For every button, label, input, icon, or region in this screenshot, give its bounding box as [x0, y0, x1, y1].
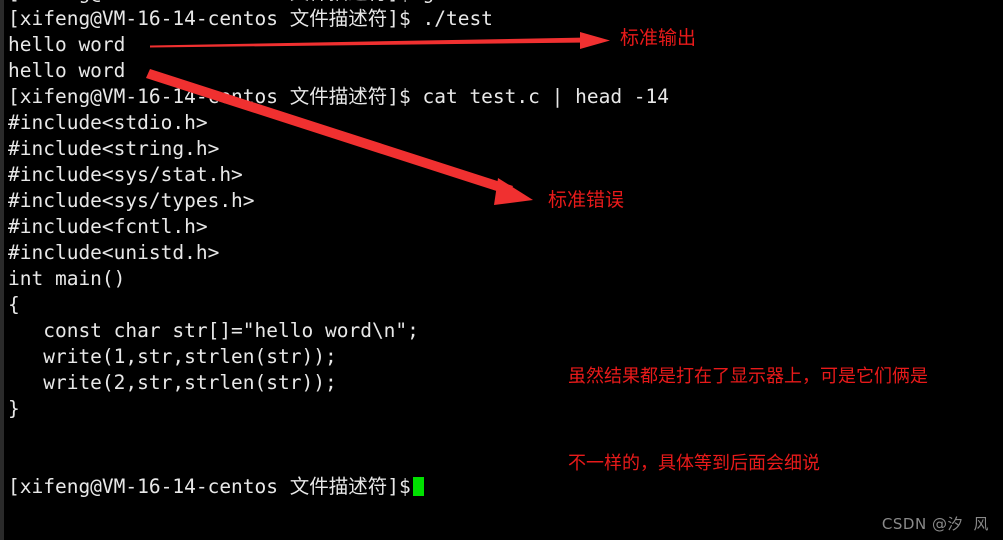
annotation-stdout-label: 标准输出 [620, 27, 697, 49]
annotation-note: 虽然结果都是打在了显示器上，可是它们俩是 不一样的，具体等到后面会细说 [568, 304, 928, 536]
terminal-line-include-sys-stat: #include<sys/stat.h> [8, 163, 243, 186]
terminal-line-include-unistd: #include<unistd.h> [8, 241, 220, 264]
terminal-line-include-fcntl: #include<fcntl.h> [8, 215, 208, 238]
annotation-stderr-label: 标准错误 [548, 189, 625, 211]
terminal-line-stderr-output: hello word [8, 59, 126, 82]
terminal-final-prompt-text: [xifeng@VM-16-14-centos 文件描述符]$ [8, 475, 411, 498]
csdn-watermark: CSDN @汐 风 [881, 515, 989, 533]
terminal-cursor [412, 477, 424, 496]
terminal-line-int-main: int main() [8, 267, 126, 290]
terminal-line-include-sys-types: #include<sys/types.h> [8, 189, 255, 212]
annotation-note-line-2: 不一样的，具体等到后面会细说 [568, 453, 820, 474]
terminal-left-border [0, 0, 4, 540]
terminal-line-include-string: #include<string.h> [8, 137, 220, 160]
terminal-line-clipped: [xifeng@VM-16-14-centos 文件描述符]$ g++ test… [8, 0, 998, 6]
terminal-line-include-stdio: #include<stdio.h> [8, 111, 208, 134]
terminal-line-stdout-output: hello word [8, 33, 126, 56]
terminal-line-run-test: [xifeng@VM-16-14-centos 文件描述符]$ ./test [8, 7, 493, 30]
terminal-line-clipped-text: [xifeng@VM-16-14-centos 文件描述符]$ g++ test… [8, 0, 540, 6]
terminal-line-cat-command: [xifeng@VM-16-14-centos 文件描述符]$ cat test… [8, 85, 670, 108]
terminal-window[interactable]: [xifeng@VM-16-14-centos 文件描述符]$ g++ test… [0, 0, 1003, 540]
annotation-note-line-1: 虽然结果都是打在了显示器上，可是它们俩是 [568, 366, 928, 387]
